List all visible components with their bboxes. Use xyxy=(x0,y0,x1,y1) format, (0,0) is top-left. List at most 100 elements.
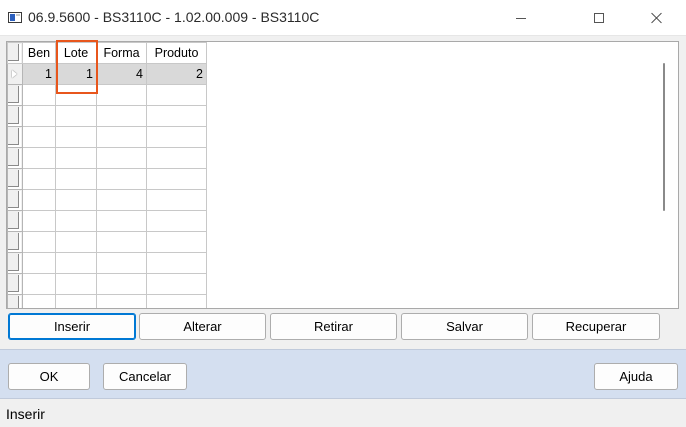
empty-cell[interactable] xyxy=(22,147,56,169)
empty-cell[interactable] xyxy=(146,252,207,274)
empty-cell[interactable] xyxy=(96,105,147,127)
empty-cell[interactable] xyxy=(146,294,207,308)
minimize-icon xyxy=(516,17,526,19)
empty-cell[interactable] xyxy=(146,168,207,190)
close-button[interactable] xyxy=(634,0,680,36)
empty-cell[interactable] xyxy=(55,147,97,169)
empty-cell[interactable] xyxy=(96,168,147,190)
row-indicator[interactable] xyxy=(7,105,23,127)
empty-cell[interactable] xyxy=(55,189,97,211)
cell-forma[interactable]: 4 xyxy=(96,63,147,85)
empty-table-row[interactable] xyxy=(7,105,207,127)
row-indicator[interactable] xyxy=(7,294,23,308)
empty-cell[interactable] xyxy=(96,84,147,106)
empty-cell[interactable] xyxy=(55,294,97,308)
salvar-button[interactable]: Salvar xyxy=(401,313,528,340)
empty-table-row[interactable] xyxy=(7,84,207,106)
empty-cell[interactable] xyxy=(22,105,56,127)
ok-button[interactable]: OK xyxy=(8,363,90,390)
row-indicator[interactable] xyxy=(7,147,23,169)
empty-cell[interactable] xyxy=(55,273,97,295)
grid-table: Ben Lote Forma Produto 1 1 4 2 xyxy=(7,42,207,308)
recuperar-button[interactable]: Recuperar xyxy=(532,313,660,340)
empty-cell[interactable] xyxy=(55,231,97,253)
data-grid[interactable]: Ben Lote Forma Produto 1 1 4 2 xyxy=(6,41,679,309)
empty-cell[interactable] xyxy=(146,105,207,127)
close-icon xyxy=(651,12,663,24)
empty-cell[interactable] xyxy=(146,189,207,211)
grid-header-row: Ben Lote Forma Produto xyxy=(7,42,207,64)
window-title: 06.9.5600 - BS3110C - 1.02.00.009 - BS31… xyxy=(28,9,320,25)
cancelar-button[interactable]: Cancelar xyxy=(103,363,187,390)
empty-cell[interactable] xyxy=(22,273,56,295)
empty-cell[interactable] xyxy=(146,84,207,106)
empty-cell[interactable] xyxy=(22,189,56,211)
empty-cell[interactable] xyxy=(96,210,147,232)
empty-cell[interactable] xyxy=(55,168,97,190)
empty-cell[interactable] xyxy=(22,294,56,308)
empty-cell[interactable] xyxy=(55,210,97,232)
empty-cell[interactable] xyxy=(146,147,207,169)
row-indicator[interactable] xyxy=(7,231,23,253)
empty-table-row[interactable] xyxy=(7,273,207,295)
empty-table-row[interactable] xyxy=(7,147,207,169)
empty-cell[interactable] xyxy=(96,273,147,295)
column-header-ben[interactable]: Ben xyxy=(22,42,56,64)
empty-cell[interactable] xyxy=(96,147,147,169)
row-indicator[interactable] xyxy=(7,273,23,295)
empty-cell[interactable] xyxy=(55,84,97,106)
scrollbar-thumb[interactable] xyxy=(663,63,665,211)
inserir-button[interactable]: Inserir xyxy=(8,313,136,340)
empty-table-row[interactable] xyxy=(7,231,207,253)
title-bar: 06.9.5600 - BS3110C - 1.02.00.009 - BS31… xyxy=(0,0,686,36)
minimize-button[interactable] xyxy=(498,0,544,36)
column-header-lote[interactable]: Lote xyxy=(55,42,97,64)
row-indicator[interactable] xyxy=(7,252,23,274)
cell-produto[interactable]: 2 xyxy=(146,63,207,85)
empty-cell[interactable] xyxy=(96,126,147,148)
empty-cell[interactable] xyxy=(22,231,56,253)
cell-lote[interactable]: 1 xyxy=(55,63,97,85)
current-row-arrow-icon xyxy=(12,70,17,78)
row-indicator[interactable] xyxy=(7,189,23,211)
cell-ben[interactable]: 1 xyxy=(22,63,56,85)
empty-cell[interactable] xyxy=(22,210,56,232)
empty-cell[interactable] xyxy=(22,168,56,190)
empty-table-row[interactable] xyxy=(7,294,207,308)
empty-cell[interactable] xyxy=(146,273,207,295)
empty-table-row[interactable] xyxy=(7,126,207,148)
row-indicator[interactable] xyxy=(7,210,23,232)
alterar-button[interactable]: Alterar xyxy=(139,313,266,340)
column-header-produto[interactable]: Produto xyxy=(146,42,207,64)
empty-cell[interactable] xyxy=(22,84,56,106)
status-bar: Inserir xyxy=(0,400,686,427)
ajuda-button[interactable]: Ajuda xyxy=(594,363,678,390)
empty-table-row[interactable] xyxy=(7,210,207,232)
current-row-indicator[interactable] xyxy=(7,63,23,85)
empty-cell[interactable] xyxy=(22,252,56,274)
row-indicator[interactable] xyxy=(7,168,23,190)
empty-cell[interactable] xyxy=(96,294,147,308)
maximize-button[interactable] xyxy=(576,0,622,36)
empty-cell[interactable] xyxy=(55,252,97,274)
empty-cell[interactable] xyxy=(96,189,147,211)
column-header-forma[interactable]: Forma xyxy=(96,42,147,64)
empty-table-row[interactable] xyxy=(7,252,207,274)
empty-cell[interactable] xyxy=(22,126,56,148)
empty-table-row[interactable] xyxy=(7,168,207,190)
row-indicator[interactable] xyxy=(7,84,23,106)
empty-cell[interactable] xyxy=(55,105,97,127)
empty-cell[interactable] xyxy=(146,210,207,232)
empty-table-row[interactable] xyxy=(7,189,207,211)
status-text: Inserir xyxy=(6,406,45,422)
row-indicator-header xyxy=(7,42,23,64)
row-indicator[interactable] xyxy=(7,126,23,148)
empty-cell[interactable] xyxy=(96,252,147,274)
maximize-icon xyxy=(594,13,604,23)
empty-cell[interactable] xyxy=(146,126,207,148)
table-row[interactable]: 1 1 4 2 xyxy=(7,63,207,85)
empty-cell[interactable] xyxy=(96,231,147,253)
retirar-button[interactable]: Retirar xyxy=(270,313,397,340)
empty-cell[interactable] xyxy=(55,126,97,148)
empty-cell[interactable] xyxy=(146,231,207,253)
